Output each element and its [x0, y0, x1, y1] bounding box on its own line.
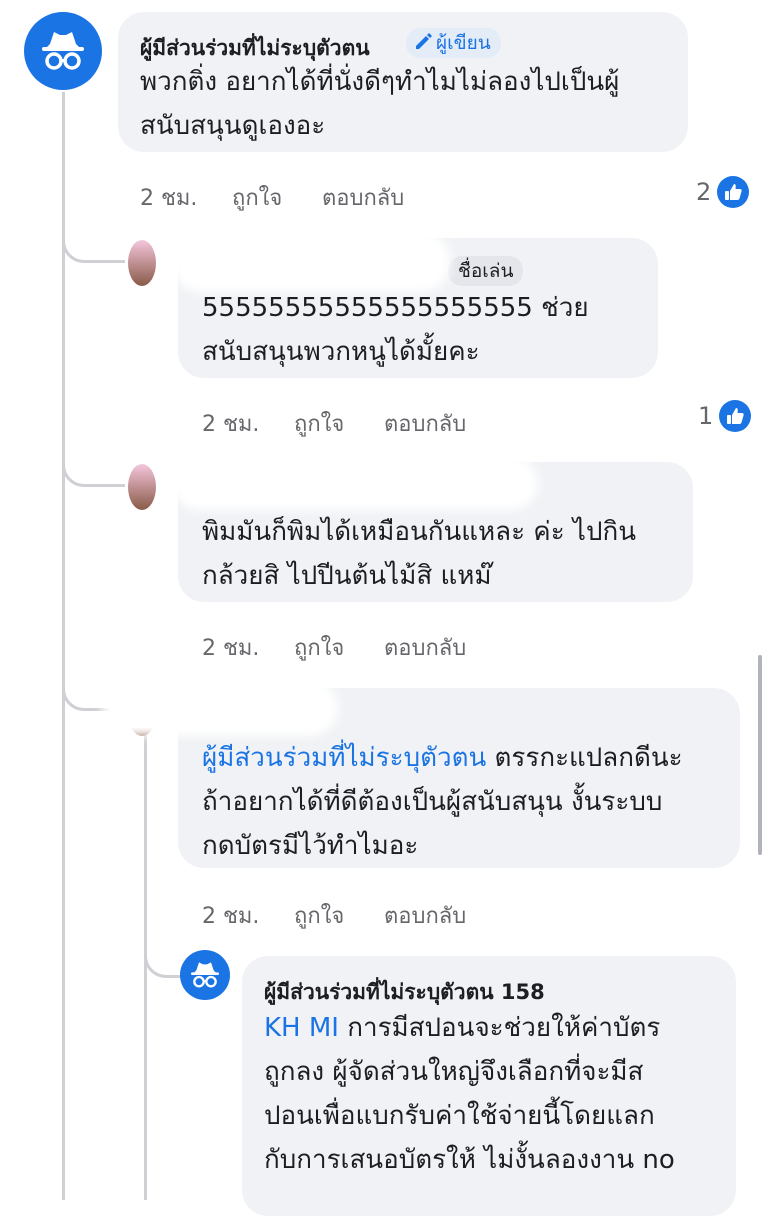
comment-line: ถ้าอยากได้ที่ดีต้องเป็นผู้สนับสนุน งั้นร… — [202, 787, 663, 817]
comment-timestamp[interactable]: 2 ชม. — [202, 630, 294, 665]
comment-timestamp[interactable]: 2 ชม. — [140, 180, 232, 215]
reply-button[interactable]: ตอบกลับ — [384, 406, 466, 441]
incognito-icon — [191, 962, 219, 988]
incognito-icon — [42, 32, 84, 70]
reply-button[interactable]: ตอบกลับ — [384, 898, 466, 933]
comment-line: สนับสนุนดูเองอะ — [140, 111, 326, 141]
mention-link[interactable]: ผู้มีส่วนร่วมที่ไม่ระบุตัวตน — [202, 743, 486, 773]
like-icon — [719, 400, 752, 432]
thread-line-main — [62, 92, 65, 1200]
redacted-author — [180, 464, 530, 502]
thread-connector-4 — [144, 935, 183, 978]
comment-actions: 2 ชม. ถูกใจ ตอบกลับ — [202, 406, 466, 441]
avatar[interactable] — [128, 240, 156, 286]
comment-text: ผู้มีส่วนร่วมที่ไม่ระบุตัวตน ตรรกะแปลกดี… — [202, 736, 732, 868]
author-badge: ผู้เขียน — [406, 28, 501, 58]
like-button[interactable]: ถูกใจ — [294, 630, 384, 665]
comment-line-rest: การมีสปอนจะช่วยให้ค่าบัตร — [338, 1013, 661, 1043]
nickname-badge: ชื่อเล่น — [448, 256, 524, 286]
anonymous-avatar[interactable] — [24, 12, 102, 90]
comment-line: กดบัตรมีไว้ทำไมอะ — [202, 831, 419, 861]
reaction-summary[interactable]: 1 — [698, 400, 752, 432]
reaction-count: 2 — [696, 178, 712, 206]
redacted-author — [110, 688, 330, 728]
reaction-summary[interactable]: 2 — [696, 176, 750, 208]
comment-line-1: ผู้มีส่วนร่วมที่ไม่ระบุตัวตน ตรรกะแปลกดี… — [202, 736, 732, 780]
comment-actions: 2 ชม. ถูกใจ ตอบกลับ — [202, 630, 466, 665]
comment-text: พวกติ่ง อยากได้ที่นั่งดีๆทำไมไม่ลองไปเป็… — [140, 60, 680, 148]
comment-line: ปอนเพื่อแบกรับค่าใช้จ่ายนี้โดยแลก — [264, 1101, 655, 1131]
comment-author[interactable]: ผู้มีส่วนร่วมที่ไม่ระบุตัวตน 158 — [264, 976, 545, 1009]
comment-line: กล้วยสิ ไปปีนต้นไม้สิ แหม๊ — [202, 561, 492, 591]
comment-timestamp[interactable]: 2 ชม. — [202, 898, 294, 933]
comment-line: พวกติ่ง อยากได้ที่นั่งดีๆทำไมไม่ลองไปเป็… — [140, 67, 620, 97]
scrollbar[interactable] — [758, 655, 762, 855]
anonymous-avatar[interactable] — [180, 950, 230, 1000]
like-button[interactable]: ถูกใจ — [294, 898, 384, 933]
thread-connector-2 — [62, 440, 125, 487]
pencil-icon — [414, 29, 432, 59]
reply-button[interactable]: ตอบกลับ — [384, 630, 466, 665]
comment-text: 55555555555555555555 ช่วย สนับสนุนพวกหนู… — [202, 286, 652, 374]
comment-line: 55555555555555555555 ช่วย — [202, 293, 589, 323]
like-button[interactable]: ถูกใจ — [294, 406, 384, 441]
comment-line-rest: ตรรกะแปลกดีนะ — [486, 743, 683, 773]
redacted-author — [180, 240, 442, 284]
reply-button[interactable]: ตอบกลับ — [322, 180, 404, 215]
comment-text: พิมมันก็พิมได้เหมือนกันแหละ ค่ะ ไปกิน กล… — [202, 510, 687, 598]
author-badge-label: ผู้เขียน — [436, 32, 491, 54]
mention-link[interactable]: KH MI — [264, 1013, 339, 1043]
like-button[interactable]: ถูกใจ — [232, 180, 322, 215]
comment-text: KH MI การมีสปอนจะช่วยให้ค่าบัตร ถูกลง ผู… — [264, 1006, 724, 1182]
comment-actions: 2 ชม. ถูกใจ ตอบกลับ — [202, 898, 466, 933]
comment-actions: 2 ชม. ถูกใจ ตอบกลับ — [140, 180, 404, 215]
like-icon — [717, 176, 750, 208]
reaction-count: 1 — [698, 402, 714, 430]
comment-timestamp[interactable]: 2 ชม. — [202, 406, 294, 441]
comment-line: กับการเสนอบัตรให้ ไม่งั้นลองงาน no — [264, 1145, 675, 1175]
comment-line-1: KH MI การมีสปอนจะช่วยให้ค่าบัตร — [264, 1006, 724, 1050]
comment-line: ถูกลง ผู้จัดส่วนใหญ่จึงเลือกที่จะมีส — [264, 1057, 644, 1087]
comment-line: สนับสนุนพวกหนูได้มั้ยคะ — [202, 337, 480, 367]
avatar[interactable] — [128, 464, 156, 510]
comment-line: พิมมันก็พิมได้เหมือนกันแหละ ค่ะ ไปกิน — [202, 517, 637, 547]
thread-connector-1 — [62, 220, 125, 263]
